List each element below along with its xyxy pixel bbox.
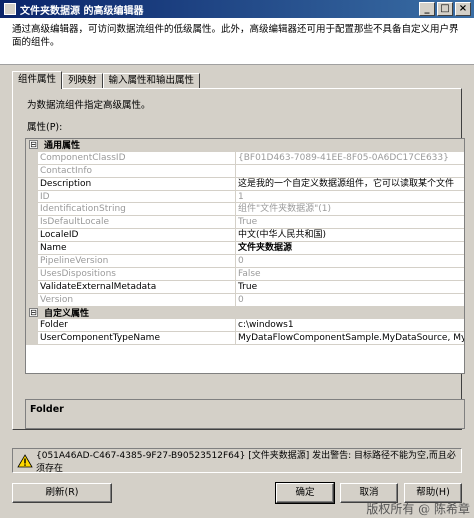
property-value: True [238,217,258,228]
property-value [236,165,464,177]
property-name: ContactInfo [38,164,236,177]
grid-category-row[interactable]: ⊟ 通用属性 [26,139,464,152]
warning-bar: {051A46AD-C467-4385-9F27-B90523512F64} [… [12,448,462,474]
grid-category-row[interactable]: ⊟ 自定义属性 [26,306,464,320]
dialog-body: 组件属性 列映射 输入属性和输出属性 为数据流组件指定高级属性。 属性(P): … [0,65,474,518]
grid-property-row[interactable]: Description 这是我的一个自定义数据源组件，它可以读取某个文件 [26,177,464,191]
tab-column-mappings[interactable]: 列映射 [62,73,103,89]
minimize-button[interactable]: _ [419,2,435,16]
property-name: IdentificationString [38,203,236,216]
ok-button[interactable]: 确定 [275,482,335,504]
grid-margin [26,177,38,190]
property-name: ComponentClassID [38,151,236,164]
window-title: 文件夹数据源 的高级编辑器 [20,5,144,17]
property-name: LocaleID [38,229,236,242]
property-name: Version [38,293,236,306]
property-name: Folder [38,319,236,332]
help-panel-title: Folder [30,404,64,415]
grid-margin [26,216,38,229]
grid-margin [26,280,38,293]
grid-property-row[interactable]: ComponentClassID {BF01D463-7089-41EE-8F05… [26,151,464,165]
grid-margin [26,151,38,164]
watermark: 版权所有 @ 陈希章 [366,502,470,516]
property-value[interactable]: 这是我的一个自定义数据源组件，它可以读取某个文件 [236,178,464,190]
grid-category-label: 自定义属性 [44,309,90,320]
tab-page-component-properties: 为数据流组件指定高级属性。 属性(P): ⊟ 通用属性 ComponentClass… [12,88,465,430]
property-value[interactable]: MyDataFlowComponentSample.MyDataSource, … [236,332,464,344]
collapse-icon[interactable]: ⊟ [29,308,38,318]
grid-margin [26,229,38,242]
grid-property-row[interactable]: PipelineVersion 0 [26,255,464,268]
property-name: Name [38,242,236,255]
properties-label: 属性(P): [27,122,63,133]
grid-margin [26,293,38,306]
refresh-button[interactable]: 刷新(R) [12,483,112,503]
property-name: Description [38,177,236,190]
property-value: {BF01D463-7089-41EE-8F05-0A6DC17CE633} [238,152,449,163]
tab-strip: 组件属性 列映射 输入属性和输出属性 [12,71,201,89]
tab-page-description: 为数据流组件指定高级属性。 [27,100,151,111]
property-value[interactable]: True [236,281,464,293]
grid-property-row[interactable]: UsesDispositions False [26,267,464,281]
grid-margin [26,190,38,203]
app-icon [4,3,16,15]
grid-margin [26,319,38,332]
property-value[interactable]: c:\windows1 [236,319,464,331]
property-name: ValidateExternalMetadata [38,280,236,293]
grid-property-row[interactable]: ValidateExternalMetadata True [26,280,464,294]
grid-property-row[interactable]: Name 文件夹数据源 [26,242,464,256]
grid-property-row[interactable]: LocaleID 中文(中华人民共和国) [26,229,464,243]
grid-property-row[interactable]: UserComponentTypeName MyDataFlowComponent… [26,332,464,346]
grid-property-row[interactable]: IdentificationString 组件"文件夹数据源"(1) [26,203,464,217]
property-grid[interactable]: ⊟ 通用属性 ComponentClassID {BF01D463-7089-41EE… [25,138,465,374]
property-value: 1 [238,191,244,202]
grid-margin [26,164,38,177]
collapse-icon[interactable]: ⊟ [29,140,38,150]
warning-icon [17,453,33,467]
tab-component-properties[interactable]: 组件属性 [12,71,63,89]
grid-property-row[interactable]: ContactInfo [26,164,464,178]
grid-margin [26,255,38,267]
property-help-panel: Folder [25,399,465,429]
close-button[interactable]: × [455,2,471,16]
property-value: False [238,268,261,279]
property-name: ID [38,190,236,203]
property-value: 0 [238,256,244,267]
grid-property-row[interactable]: IsDefaultLocale True [26,216,464,230]
grid-margin [26,242,38,255]
grid-margin [26,267,38,280]
maximize-button[interactable]: □ [437,2,453,16]
property-value: 组件"文件夹数据源"(1) [238,204,332,215]
property-name: UsesDispositions [38,267,236,280]
tab-input-output-properties[interactable]: 输入属性和输出属性 [102,73,201,89]
grid-margin [26,332,38,345]
property-value[interactable]: 文件夹数据源 [236,242,464,254]
title-bar: 文件夹数据源 的高级编辑器 _ □ × [0,0,474,18]
warning-text: {051A46AD-C467-4385-9F27-B90523512F64} [… [36,450,456,474]
property-value: 0 [238,294,244,305]
property-name: UserComponentTypeName [38,332,236,345]
property-name: IsDefaultLocale [38,216,236,229]
grid-property-row[interactable]: ID 1 [26,190,464,204]
property-name: PipelineVersion [38,255,236,267]
window-controls: _ □ × [419,2,471,16]
grid-margin [26,203,38,216]
grid-property-row[interactable]: Version 0 [26,293,464,307]
grid-property-row[interactable]: Folder c:\windows1 [26,319,464,333]
header-description: 通过高级编辑器，可访问数据流组件的低级属性。此外，高级编辑器还可用于配置那些不具… [0,18,474,65]
grid-category-label: 通用属性 [44,141,81,152]
property-value[interactable]: 中文(中华人民共和国) [236,229,464,241]
